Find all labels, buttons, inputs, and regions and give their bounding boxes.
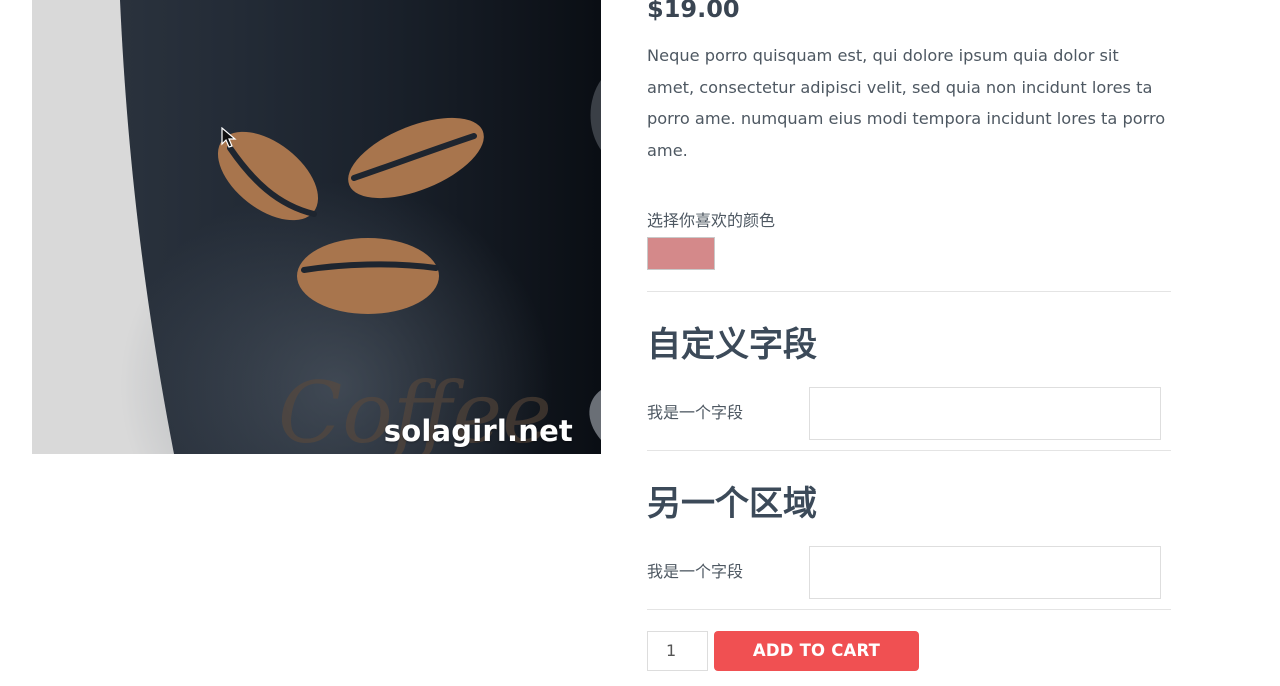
color-picker-label: 选择你喜欢的颜色 xyxy=(647,211,776,230)
add-to-cart-button[interactable]: ADD TO CART xyxy=(714,631,919,671)
product-image[interactable]: Coffee solagirl.net xyxy=(32,0,601,454)
divider xyxy=(647,291,1171,292)
field-label: 我是一个字段 xyxy=(647,562,744,581)
watermark: solagirl.net xyxy=(383,414,573,448)
section-title-another-area: 另一个区域 xyxy=(647,484,817,524)
coffee-cup-image: Coffee xyxy=(32,0,601,454)
quantity-input[interactable]: 1 xyxy=(647,631,708,671)
mouse-pointer-icon xyxy=(221,127,237,148)
another-field-input[interactable] xyxy=(809,546,1161,599)
custom-field-input[interactable] xyxy=(809,387,1161,440)
divider xyxy=(647,450,1171,451)
product-description: Neque porro quisquam est, qui dolore ips… xyxy=(647,46,1166,161)
divider xyxy=(647,609,1171,610)
field-label: 我是一个字段 xyxy=(647,403,744,422)
section-title-custom-fields: 自定义字段 xyxy=(647,325,817,365)
product-price: $19.00 xyxy=(647,0,740,23)
color-swatch[interactable] xyxy=(647,237,715,270)
